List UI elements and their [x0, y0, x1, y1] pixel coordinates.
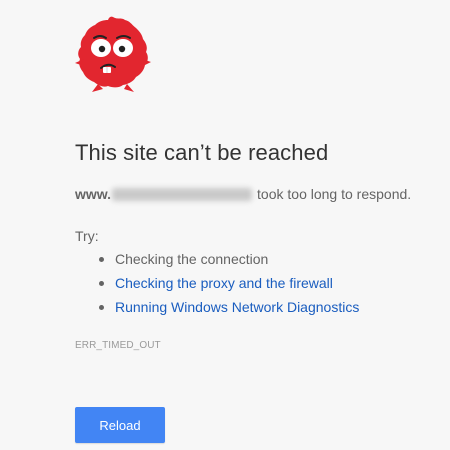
suggestion-text: Checking the connection [115, 251, 269, 267]
red-fuzzy-monster-icon [75, 16, 151, 92]
suggestions-list: Checking the connection Checking the pro… [95, 249, 359, 321]
error-summary: www. took too long to respond. [75, 186, 411, 202]
proxy-firewall-link[interactable]: Checking the proxy and the firewall [115, 275, 333, 291]
suggestion-network-diagnostics: Running Windows Network Diagnostics [95, 297, 359, 321]
suggestion-checking-connection: Checking the connection [95, 249, 359, 273]
suggestion-proxy-firewall: Checking the proxy and the firewall [95, 273, 359, 297]
obscured-domain [112, 187, 253, 201]
reload-button[interactable]: Reload [75, 407, 165, 443]
suggestions-label: Try: [75, 228, 99, 244]
domain-prefix: www. [75, 186, 112, 202]
error-message: took too long to respond. [257, 186, 412, 202]
page-title: This site can’t be reached [75, 140, 329, 165]
network-diagnostics-link[interactable]: Running Windows Network Diagnostics [115, 299, 359, 315]
error-page: This site can’t be reached www. took too… [0, 0, 450, 450]
error-code: ERR_TIMED_OUT [75, 340, 161, 351]
